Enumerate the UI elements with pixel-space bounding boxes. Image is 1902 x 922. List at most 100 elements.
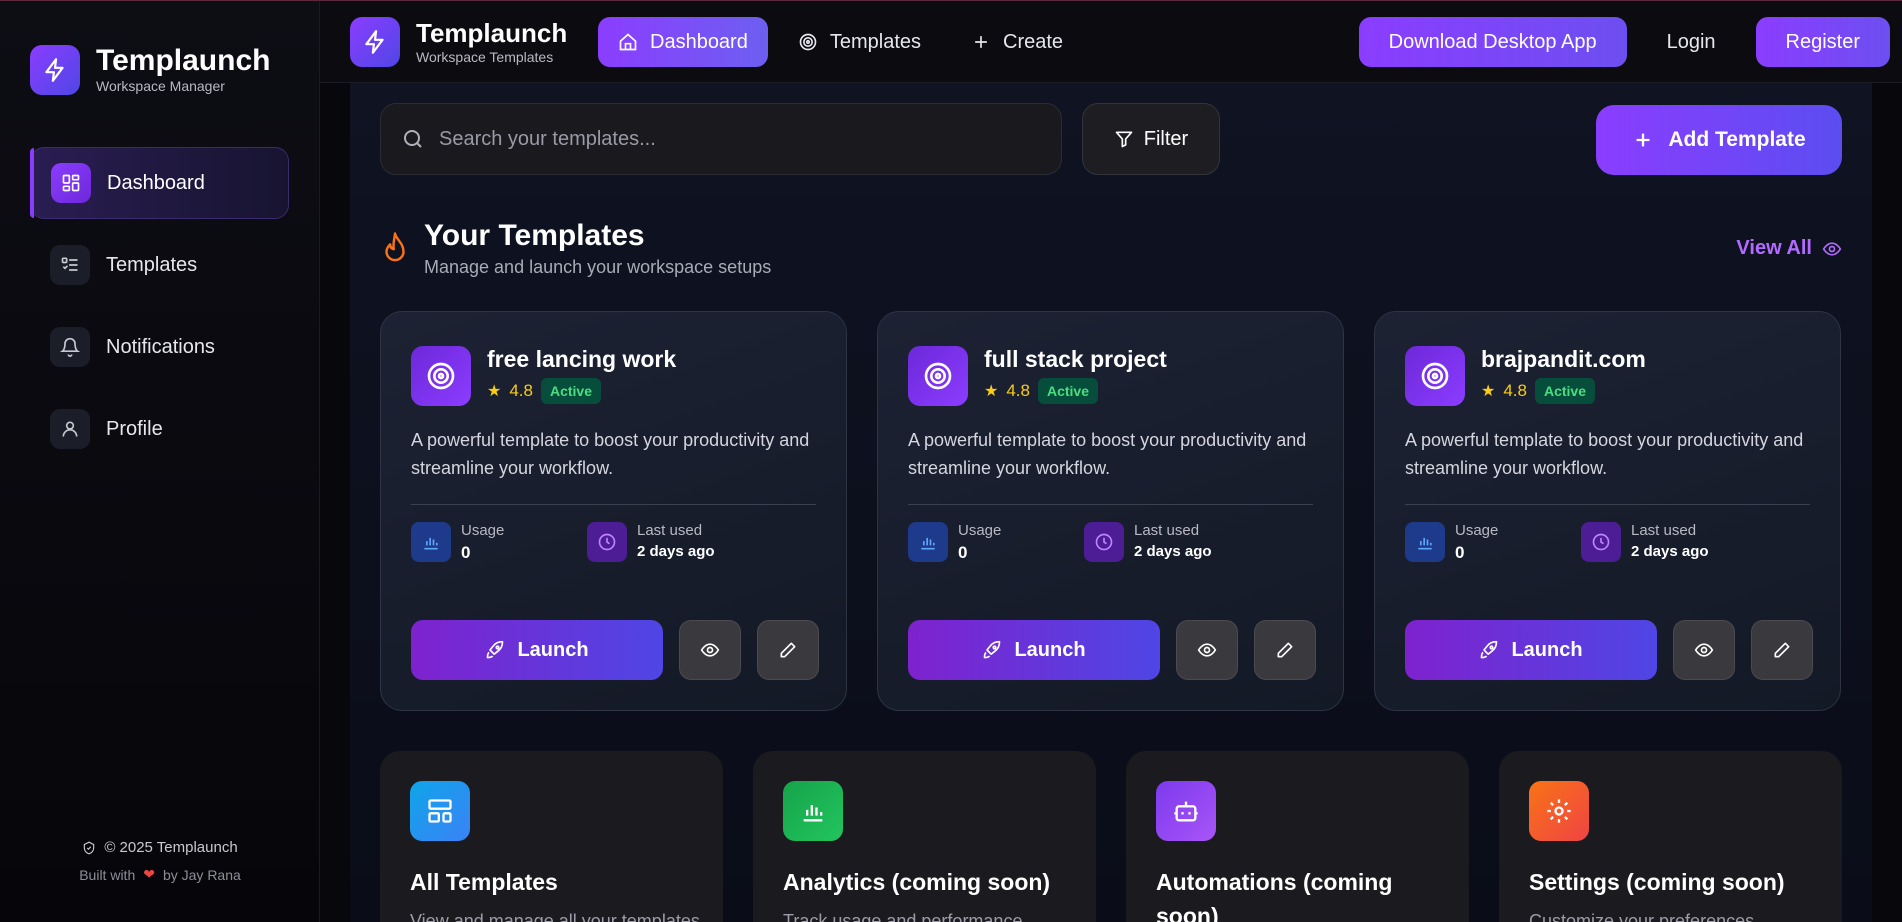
sidebar-item-label: Profile: [106, 417, 163, 440]
register-button[interactable]: Register: [1755, 17, 1890, 67]
heart-icon: ❤: [143, 866, 155, 882]
template-rating: 4.8: [1006, 381, 1030, 400]
pencil-icon: [1774, 642, 1790, 658]
topnav-label: Dashboard: [650, 30, 748, 53]
section-subtitle: Manage and launch your workspace setups: [424, 257, 772, 277]
topbar-brand[interactable]: Templaunch Workspace Templates: [350, 17, 567, 67]
preview-button[interactable]: [679, 620, 741, 680]
template-card[interactable]: full stack project ★ 4.8 Active A powerf…: [877, 311, 1344, 711]
status-badge: Active: [540, 378, 602, 404]
launch-label: Launch: [1511, 638, 1583, 661]
template-description: A powerful template to boost your produc…: [411, 430, 810, 478]
clock-icon: [587, 522, 627, 562]
user-icon: [50, 409, 90, 449]
section-title: Your Templates: [424, 219, 645, 252]
topnav-dashboard[interactable]: Dashboard: [598, 17, 768, 67]
feature-card-analytics[interactable]: Analytics (coming soon) Track usage and …: [753, 751, 1096, 922]
feature-title: All Templates: [410, 869, 558, 895]
add-template-button[interactable]: Add Template: [1596, 105, 1842, 175]
feature-description: Customize your preferences: [1529, 911, 1755, 922]
last-used-label: Last used: [1134, 522, 1200, 539]
sidebar-footer: © 2025 Templaunch Built with ❤ by Jay Ra…: [0, 839, 320, 883]
built-with-suffix: by Jay Rana: [162, 866, 241, 883]
sidebar-brand-subtitle: Workspace Manager: [96, 78, 225, 94]
feature-cards: All Templates View and manage all your t…: [380, 751, 1842, 922]
template-meta: ★ 4.8 Active: [984, 378, 1099, 404]
last-used-value: 2 days ago: [1631, 543, 1709, 560]
rocket-icon: [487, 640, 504, 659]
pencil-icon: [780, 642, 796, 658]
login-button[interactable]: Login: [1641, 17, 1742, 67]
topnav-label: Templates: [829, 30, 921, 53]
layout-icon: [410, 781, 470, 841]
gear-icon: [1529, 781, 1589, 841]
preview-button[interactable]: [1673, 620, 1735, 680]
feature-card-settings[interactable]: Settings (coming soon) Customize your pr…: [1499, 751, 1842, 922]
eye-icon: [1694, 643, 1714, 657]
topbar-brand-title: Templaunch: [416, 17, 568, 48]
usage-stat: Usage 0: [1405, 522, 1498, 563]
view-all-link[interactable]: View All: [1736, 237, 1842, 260]
target-icon: [799, 33, 817, 51]
feature-card-automations[interactable]: Automations (coming soon): [1126, 751, 1469, 922]
template-card[interactable]: brajpandit.com ★ 4.8 Active A powerful t…: [1374, 311, 1841, 711]
launch-button[interactable]: Launch: [908, 620, 1160, 680]
star-icon: ★: [984, 383, 999, 400]
template-card[interactable]: free lancing work ★ 4.8 Active A powerfu…: [380, 311, 847, 711]
edit-button[interactable]: [1254, 620, 1316, 680]
last-used-stat: Last used 2 days ago: [1084, 522, 1212, 562]
built-with-prefix: Built with: [79, 866, 136, 883]
launch-label: Launch: [1014, 638, 1086, 661]
download-app-button[interactable]: Download Desktop App: [1358, 17, 1627, 67]
usage-label: Usage: [958, 522, 1002, 539]
sidebar-brand-title: Templaunch: [96, 44, 271, 77]
search-box[interactable]: [380, 103, 1062, 175]
lightning-icon: [30, 45, 80, 95]
filter-label: Filter: [1143, 127, 1189, 150]
flame-icon: [385, 232, 405, 262]
template-description: A powerful template to boost your produc…: [1405, 430, 1804, 478]
search-input[interactable]: [439, 127, 1061, 151]
usage-stat: Usage 0: [411, 522, 504, 563]
sidebar-item-dashboard[interactable]: Dashboard: [30, 147, 289, 219]
edit-button[interactable]: [1751, 620, 1813, 680]
sidebar-item-profile[interactable]: Profile: [30, 393, 289, 465]
feature-title: Automations (coming soon): [1156, 869, 1393, 922]
star-icon: ★: [487, 383, 502, 400]
template-title: free lancing work: [487, 346, 677, 372]
topnav-templates[interactable]: Templates: [778, 17, 941, 67]
sidebar-brand[interactable]: Templaunch Workspace Manager: [30, 45, 270, 95]
feature-title: Settings (coming soon): [1529, 869, 1785, 895]
rocket-icon: [984, 640, 1001, 659]
edit-button[interactable]: [757, 620, 819, 680]
launch-button[interactable]: Launch: [411, 620, 663, 680]
sidebar-item-notifications[interactable]: Notifications: [30, 311, 289, 383]
divider: [411, 504, 816, 505]
sidebar-item-templates[interactable]: Templates: [30, 229, 289, 301]
sidebar-nav: Dashboard Templates Notifications Profil…: [30, 147, 289, 475]
divider: [908, 504, 1313, 505]
clock-icon: [1581, 522, 1621, 562]
pencil-icon: [1277, 642, 1293, 658]
section-header: Your Templates Manage and launch your wo…: [380, 219, 771, 278]
shield-icon: [84, 841, 95, 854]
template-rating: 4.8: [509, 381, 533, 400]
usage-label: Usage: [1455, 522, 1499, 539]
bar-chart-icon: [411, 522, 451, 562]
view-all-label: View All: [1736, 237, 1812, 259]
usage-label: Usage: [461, 522, 505, 539]
template-meta: ★ 4.8 Active: [1481, 378, 1596, 404]
template-description: A powerful template to boost your produc…: [908, 430, 1307, 478]
preview-button[interactable]: [1176, 620, 1238, 680]
last-used-value: 2 days ago: [1134, 543, 1212, 560]
eye-icon: [1822, 241, 1842, 256]
launch-button[interactable]: Launch: [1405, 620, 1657, 680]
eye-icon: [1197, 643, 1217, 657]
topnav-create[interactable]: Create: [951, 17, 1083, 67]
search-icon: [404, 130, 422, 148]
app: Templaunch Workspace Manager Dashboard T…: [0, 0, 1902, 922]
filter-button[interactable]: Filter: [1082, 103, 1220, 175]
star-icon: ★: [1481, 383, 1496, 400]
feature-card-all-templates[interactable]: All Templates View and manage all your t…: [380, 751, 723, 922]
last-used-label: Last used: [1631, 522, 1697, 539]
